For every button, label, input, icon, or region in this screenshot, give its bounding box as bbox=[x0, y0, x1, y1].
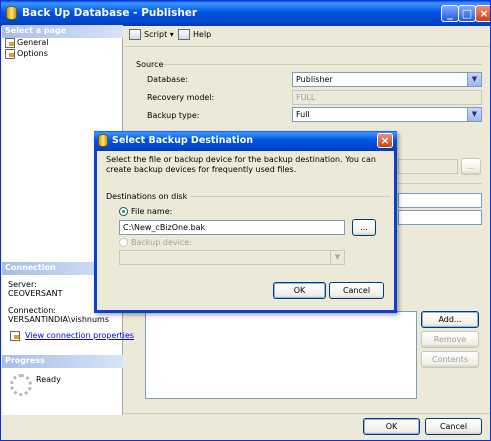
close-button[interactable]: × bbox=[475, 5, 490, 22]
server-label: Server: bbox=[8, 280, 37, 289]
connection-label: Connection: bbox=[8, 306, 56, 315]
help-label: Help bbox=[193, 30, 212, 39]
sidebar-item-options[interactable]: Options bbox=[5, 49, 48, 60]
footer-divider bbox=[124, 413, 490, 414]
minimize-icon: _ bbox=[447, 7, 453, 20]
help-icon bbox=[178, 29, 190, 40]
file-browse-button[interactable]: ... bbox=[352, 219, 376, 236]
backup-type-label: Backup type: bbox=[147, 111, 200, 120]
file-name-label: File name: bbox=[131, 207, 173, 216]
recovery-model-field: FULL bbox=[292, 90, 482, 105]
database-select[interactable]: Publisher ▼ bbox=[292, 72, 482, 87]
remove-destination-button: Remove bbox=[421, 331, 479, 348]
chevron-down-icon[interactable]: ▼ bbox=[467, 108, 481, 121]
backup-set-group-line bbox=[398, 183, 482, 184]
chevron-down-icon[interactable]: ▼ bbox=[467, 73, 481, 86]
backup-type-select[interactable]: Full ▼ bbox=[292, 107, 482, 122]
sidebar-item-label: Options bbox=[17, 49, 48, 58]
close-icon: × bbox=[380, 134, 390, 147]
database-icon bbox=[6, 6, 17, 20]
source-group-label: Source bbox=[136, 60, 164, 69]
connection-value: VERSANTINDIA\vishnums bbox=[8, 315, 109, 324]
progress-spinner-icon bbox=[10, 374, 32, 396]
recovery-model-label: Recovery model: bbox=[147, 93, 215, 102]
script-button[interactable]: Script ▾ bbox=[129, 28, 174, 43]
database-label: Database: bbox=[147, 75, 188, 84]
cancel-button[interactable]: Cancel bbox=[425, 418, 482, 435]
destination-list[interactable] bbox=[145, 311, 417, 399]
file-name-input[interactable]: C:\New_cBizOne.bak bbox=[119, 220, 345, 235]
dialog-title: Select Backup Destination bbox=[112, 135, 253, 146]
help-button[interactable]: Help bbox=[178, 28, 211, 43]
backup-device-label: Backup device: bbox=[131, 238, 192, 247]
connection-properties-icon bbox=[10, 331, 20, 341]
window-title: Back Up Database - Publisher bbox=[22, 7, 198, 19]
source-group-line bbox=[164, 64, 482, 65]
toolbar: Script ▾ Help bbox=[124, 25, 490, 47]
recovery-model-value: FULL bbox=[296, 93, 316, 102]
chevron-down-icon: ▼ bbox=[330, 251, 344, 264]
close-icon: × bbox=[479, 7, 489, 20]
ok-button[interactable]: OK bbox=[363, 418, 420, 435]
page-icon bbox=[5, 38, 15, 48]
backup-device-select: ▼ bbox=[119, 250, 345, 265]
dialog-description: Select the file or backup device for the… bbox=[106, 155, 376, 174]
select-backup-destination-dialog: Select Backup Destination × Select the f… bbox=[94, 131, 397, 313]
view-connection-properties-link[interactable]: View connection properties bbox=[25, 331, 134, 340]
progress-status: Ready bbox=[36, 375, 61, 384]
destinations-group-line bbox=[190, 196, 390, 197]
sidebar-item-label: General bbox=[17, 38, 49, 47]
backup-set-field bbox=[398, 159, 458, 174]
page-icon bbox=[5, 49, 15, 59]
select-page-header: Select a page bbox=[2, 25, 123, 38]
dialog-ok-button[interactable]: OK bbox=[273, 282, 326, 299]
dialog-cancel-button[interactable]: Cancel bbox=[329, 282, 384, 299]
sidebar-item-general[interactable]: General bbox=[5, 38, 49, 49]
backup-set-browse-button: ... bbox=[461, 158, 481, 175]
database-icon bbox=[98, 134, 108, 147]
script-icon bbox=[129, 29, 141, 40]
backup-type-value: Full bbox=[296, 110, 310, 119]
dialog-close-button[interactable]: × bbox=[377, 133, 393, 148]
server-value: CEOVERSANT bbox=[8, 289, 63, 298]
destinations-group-label: Destinations on disk bbox=[106, 192, 188, 201]
backup-device-radio bbox=[119, 238, 128, 247]
contents-button: Contents bbox=[421, 351, 479, 368]
add-destination-button[interactable]: Add... bbox=[421, 311, 479, 328]
database-value: Publisher bbox=[296, 75, 333, 84]
chevron-down-icon: ▾ bbox=[169, 30, 174, 39]
script-label: Script bbox=[144, 30, 168, 39]
maximize-button[interactable]: □ bbox=[458, 5, 476, 22]
maximize-icon: □ bbox=[461, 7, 473, 20]
backup-set-name-field[interactable] bbox=[398, 193, 482, 208]
file-name-radio[interactable] bbox=[119, 207, 128, 216]
progress-header: Progress bbox=[2, 355, 123, 368]
minimize-button[interactable]: _ bbox=[441, 5, 459, 22]
file-name-value: C:\New_cBizOne.bak bbox=[123, 223, 206, 232]
backup-set-description-field[interactable] bbox=[398, 210, 482, 225]
dialog-title-bar[interactable]: Select Backup Destination × bbox=[94, 131, 397, 151]
window-title-bar[interactable]: Back Up Database - Publisher _ □ × bbox=[1, 1, 490, 26]
